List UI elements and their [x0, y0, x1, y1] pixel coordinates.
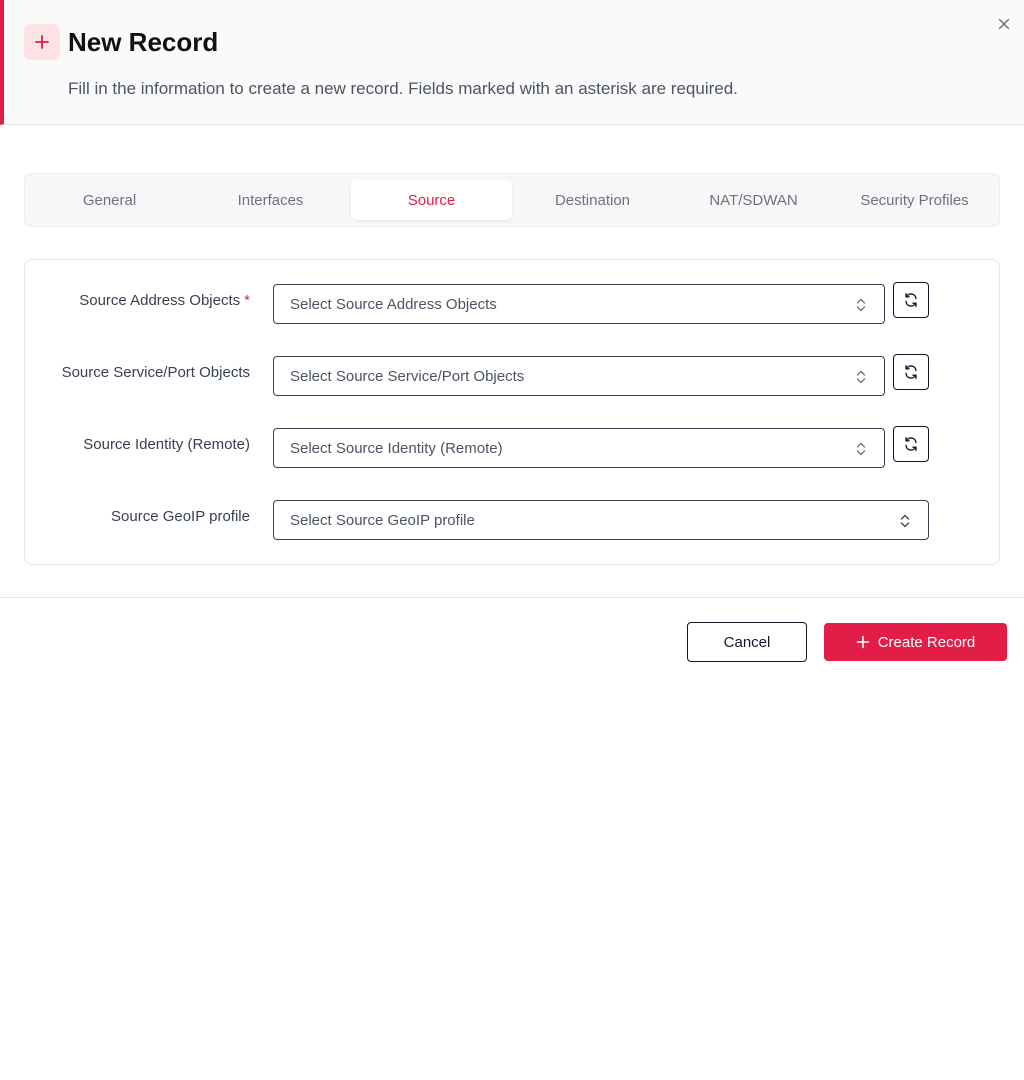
field-label: Source Service/Port Objects: [61, 364, 250, 381]
tab-security-profiles[interactable]: Security Profiles: [834, 180, 995, 220]
field-row-source-identity-remote: Source Identity (Remote) Select Source I…: [25, 426, 1001, 468]
chevron-up-down-icon: [900, 514, 910, 528]
dialog-header: New Record Fill in the information to cr…: [0, 0, 1024, 125]
source-address-objects-select[interactable]: Select Source Address Objects: [273, 284, 885, 324]
cancel-button[interactable]: Cancel: [687, 622, 807, 662]
new-record-dialog: New Record Fill in the information to cr…: [0, 0, 1024, 1080]
select-placeholder: Select Source Service/Port Objects: [290, 367, 525, 385]
refresh-icon: [905, 293, 917, 307]
field-row-source-geoip-profile: Source GeoIP profile Select Source GeoIP…: [25, 500, 1001, 540]
source-service-port-objects-select[interactable]: Select Source Service/Port Objects: [273, 356, 885, 396]
plus-icon: [856, 635, 870, 649]
select-placeholder: Select Source Address Objects: [290, 295, 497, 313]
refresh-icon: [905, 365, 917, 379]
refresh-source-identity-remote-button[interactable]: [893, 426, 929, 462]
tab-bar: General Interfaces Source Destination NA…: [24, 173, 1000, 227]
field-label-text: Source Address Objects: [79, 292, 241, 309]
plus-icon: [24, 24, 60, 60]
tab-nat-sdwan[interactable]: NAT/SDWAN: [673, 180, 834, 220]
select-placeholder: Select Source GeoIP profile: [290, 511, 475, 529]
source-form: Source Address Objects * Select Source Ad…: [24, 259, 1000, 565]
refresh-source-address-objects-button[interactable]: [893, 282, 929, 318]
required-asterisk: *: [244, 292, 250, 309]
source-identity-remote-select[interactable]: Select Source Identity (Remote): [273, 428, 885, 468]
footer-divider: [0, 597, 1024, 598]
dialog-subtitle: Fill in the information to create a new …: [68, 79, 738, 98]
chevron-up-down-icon: [856, 370, 866, 384]
source-geoip-profile-select[interactable]: Select Source GeoIP profile: [273, 500, 929, 540]
field-label: Source GeoIP profile: [111, 508, 250, 525]
refresh-icon: [905, 437, 917, 451]
chevron-up-down-icon: [856, 442, 866, 456]
chevron-up-down-icon: [856, 298, 866, 312]
create-record-button[interactable]: Create Record: [824, 623, 1007, 661]
refresh-source-service-port-objects-button[interactable]: [893, 354, 929, 390]
tab-general[interactable]: General: [29, 180, 190, 220]
create-record-label: Create Record: [877, 633, 976, 651]
tab-interfaces[interactable]: Interfaces: [190, 180, 351, 220]
select-placeholder: Select Source Identity (Remote): [290, 439, 503, 457]
dialog-title: New Record: [68, 27, 219, 57]
tab-source[interactable]: Source: [351, 180, 512, 220]
field-label: Source Address Objects *: [79, 292, 250, 309]
field-row-source-service-port-objects: Source Service/Port Objects Select Sourc…: [25, 354, 1001, 396]
tab-destination[interactable]: Destination: [512, 180, 673, 220]
close-icon[interactable]: [994, 14, 1014, 34]
field-label: Source Identity (Remote): [83, 436, 250, 453]
field-row-source-address-objects: Source Address Objects * Select Source Ad…: [25, 282, 1001, 324]
